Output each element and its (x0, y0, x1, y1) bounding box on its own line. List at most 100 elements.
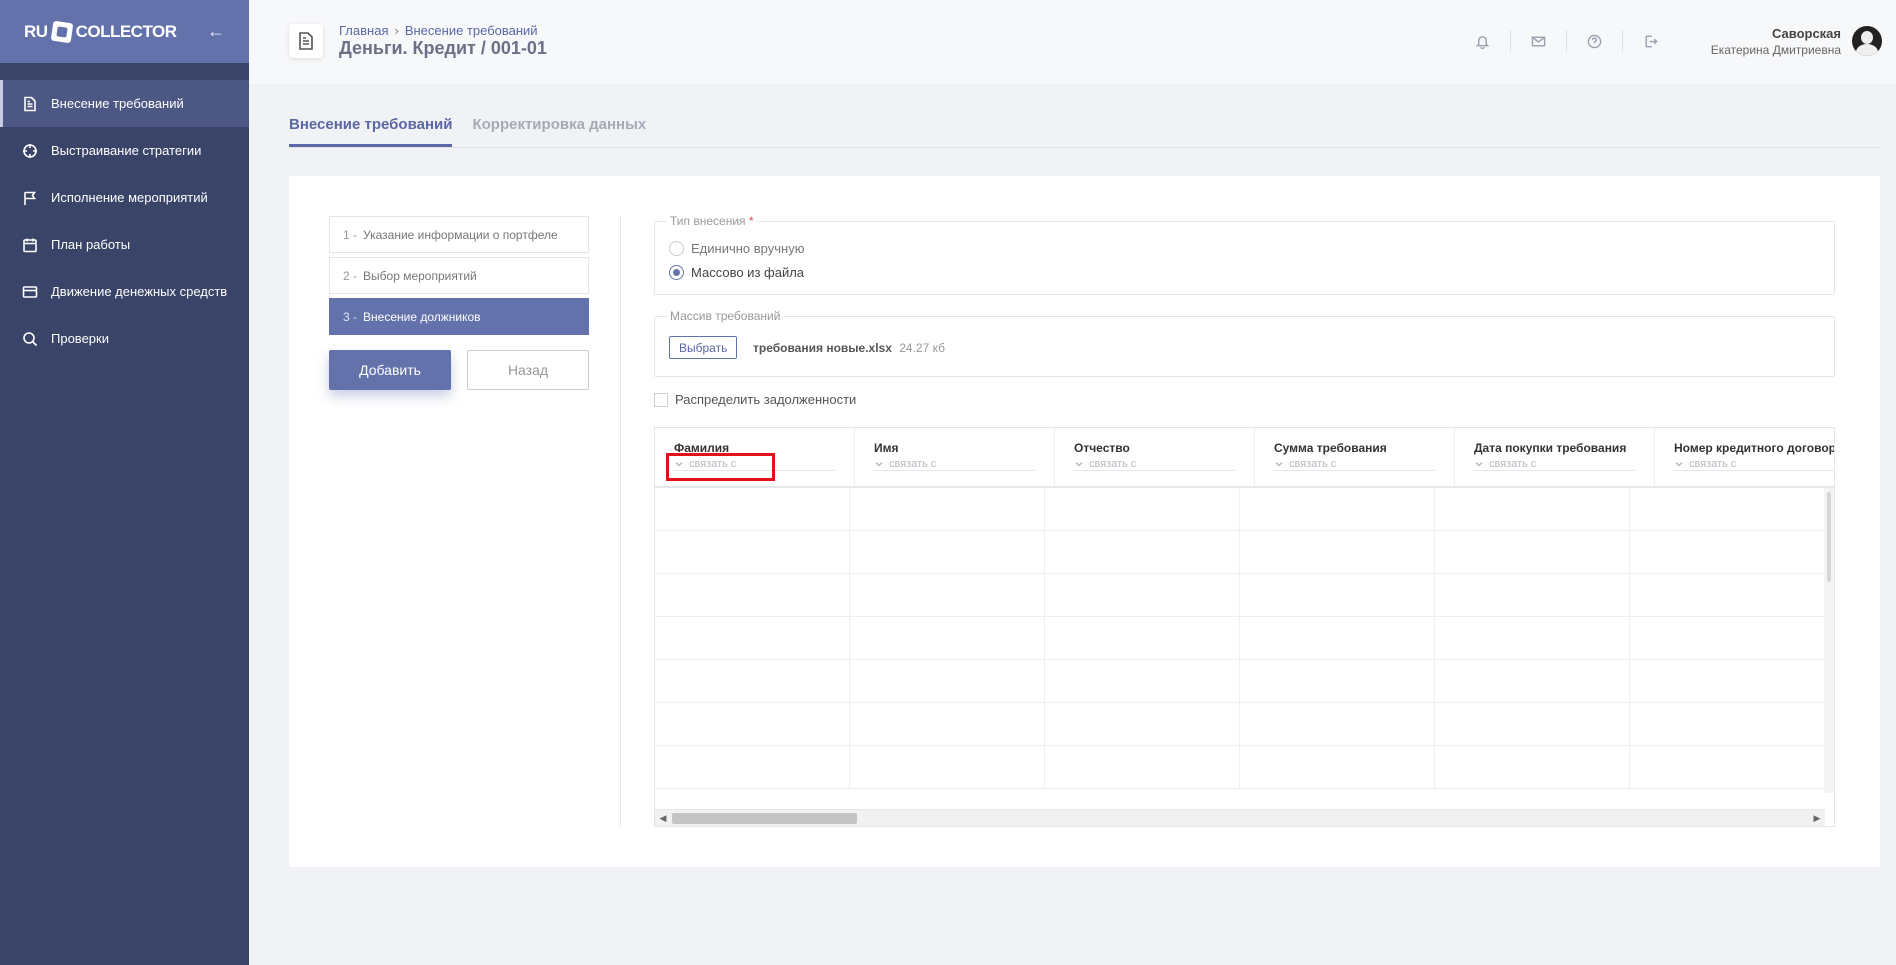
app-logo[interactable]: RU COLLECTOR (24, 20, 177, 43)
table-cell (1045, 703, 1240, 745)
column-title: Номер кредитного договора (1674, 441, 1835, 455)
table-cell (1240, 703, 1435, 745)
sidebar-item-checks[interactable]: Проверки (0, 315, 249, 362)
radio-manual[interactable]: Единично вручную (669, 241, 804, 256)
column-title: Дата покупки требования (1474, 441, 1627, 455)
radio-bulk-file-label: Массово из файла (691, 265, 805, 280)
sidebar-item-strategy[interactable]: Выстраивание стратегии (0, 127, 249, 174)
step-activities[interactable]: 2 - Выбор мероприятий (329, 257, 589, 294)
sidebar-item-work-plan[interactable]: План работы (0, 221, 249, 268)
column-header-first-name: Имя связать с (855, 428, 1055, 486)
tab-debt-entry[interactable]: Внесение требований (289, 116, 453, 147)
back-button[interactable]: Назад (467, 350, 589, 390)
bind-column-select[interactable]: связать с (1474, 458, 1636, 471)
table-row (655, 746, 1825, 789)
breadcrumb-current[interactable]: Внесение требований (405, 23, 538, 38)
table-body (655, 488, 1825, 793)
radio-bulk-file-circle[interactable] (669, 265, 684, 280)
header-actions (1454, 30, 1678, 52)
tab-data-correction[interactable]: Корректировка данных (472, 116, 646, 147)
chevron-down-icon (1074, 459, 1084, 469)
breadcrumb-home-link[interactable]: Главная (339, 23, 388, 38)
step-number: 2 - (343, 268, 358, 283)
table-row (655, 660, 1825, 703)
table-cell (1435, 617, 1630, 659)
sidebar-item-label: Выстраивание стратегии (51, 143, 202, 158)
table-cell (1435, 703, 1630, 745)
help-icon[interactable] (1566, 30, 1622, 52)
table-cell (1240, 531, 1435, 573)
table-cell (1240, 660, 1435, 702)
table-cell (1435, 574, 1630, 616)
bind-column-select[interactable]: связать с (1274, 458, 1436, 471)
sidebar-item-label: Исполнение мероприятий (51, 190, 208, 205)
add-button[interactable]: Добавить (329, 350, 451, 390)
sidebar-item-label: Проверки (51, 331, 109, 346)
table-row (655, 574, 1825, 617)
table-cell (1240, 617, 1435, 659)
distribute-debts-checkbox[interactable] (654, 392, 668, 407)
bind-select-placeholder: связать с (1689, 458, 1737, 470)
user-first-name: Екатерина Дмитриевна (1710, 43, 1841, 57)
horizontal-scrollbar-thumb[interactable] (672, 813, 857, 824)
breadcrumb-separator: › (394, 23, 399, 38)
logo-text-right: COLLECTOR (75, 21, 177, 41)
choose-file-button[interactable]: Выбрать (669, 336, 738, 359)
table-row (655, 617, 1825, 660)
column-title: Отчество (1074, 441, 1130, 455)
bind-select-placeholder: связать с (1289, 458, 1337, 470)
user-last-name: Саворская (1771, 26, 1841, 41)
step-portfolio-info[interactable]: 1 - Указание информации о портфеле (329, 216, 589, 253)
column-title: Имя (874, 441, 899, 455)
mail-icon[interactable] (1510, 30, 1566, 52)
bell-icon[interactable] (1454, 30, 1510, 52)
user-info[interactable]: Саворская Екатерина Дмитриевна (1711, 26, 1841, 57)
claims-file-fieldset: Массив требований Выбрать требования нов… (654, 309, 1835, 377)
avatar[interactable] (1852, 26, 1882, 56)
step-number: 3 - (343, 309, 358, 324)
bind-column-select[interactable]: связать с (1074, 458, 1236, 471)
collapse-sidebar-arrow-icon[interactable]: ← (207, 21, 225, 42)
table-cell (1435, 488, 1630, 530)
chevron-down-icon (1274, 459, 1284, 469)
table-cell (1435, 660, 1630, 702)
step-debtors[interactable]: 3 - Внесение должников (329, 298, 589, 335)
radio-bulk-file[interactable]: Массово из файла (669, 265, 804, 280)
column-header-contract-number: Номер кредитного договора связать с (1655, 428, 1835, 486)
bind-column-select[interactable]: связать с (1674, 458, 1834, 471)
chevron-down-icon (674, 459, 684, 469)
sidebar-item-debt-entry[interactable]: Внесение требований (0, 80, 249, 127)
table-cell (1240, 488, 1435, 530)
table-cell (655, 703, 850, 745)
table-cell (1630, 703, 1825, 745)
vertical-scrollbar-thumb[interactable] (1827, 492, 1831, 582)
tabs: Внесение требований Корректировка данных (289, 116, 1880, 148)
table-cell (655, 746, 850, 788)
table-row (655, 488, 1825, 531)
scroll-right-arrow-icon[interactable]: ▶ (1809, 810, 1825, 826)
column-title: Сумма требования (1274, 441, 1387, 455)
chevron-down-icon (874, 459, 884, 469)
logo-cube-icon (50, 20, 73, 43)
sidebar-item-execution[interactable]: Исполнение мероприятий (0, 174, 249, 221)
radio-manual-circle[interactable] (669, 241, 684, 256)
horizontal-scrollbar[interactable]: ◀ ▶ (655, 809, 1825, 826)
sidebar-nav: Внесение требований Выстраивание стратег… (0, 80, 249, 362)
vertical-scrollbar[interactable] (1824, 488, 1834, 793)
bind-column-select[interactable]: связать с (874, 458, 1036, 471)
distribute-debts-checkbox-row[interactable]: Распределить задолженности (654, 392, 856, 407)
table-cell (1045, 746, 1240, 788)
logout-icon[interactable] (1622, 30, 1678, 52)
bind-column-select[interactable]: связать с (674, 458, 836, 471)
table-cell (850, 746, 1045, 788)
action-buttons: Добавить Назад (329, 350, 589, 390)
scroll-left-arrow-icon[interactable]: ◀ (655, 810, 671, 826)
document-icon (22, 96, 38, 112)
table-cell (1045, 531, 1240, 573)
column-header-claim-amount: Сумма требования связать с (1255, 428, 1455, 486)
chevron-down-icon (1474, 459, 1484, 469)
distribute-debts-label: Распределить задолженности (675, 392, 857, 407)
breadcrumb: Главная › Внесение требований (339, 23, 538, 38)
sidebar-item-cash-flow[interactable]: Движение денежных средств (0, 268, 249, 315)
entry-type-fieldset: Тип внесения * Единично вручную Массово … (654, 214, 1835, 295)
